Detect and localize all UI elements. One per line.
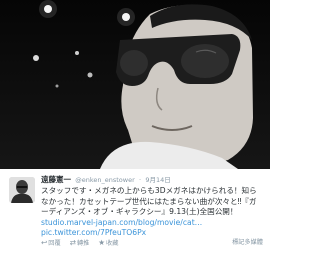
reply-label: 回覆 (48, 240, 61, 247)
avatar-image (9, 177, 35, 203)
avatar[interactable] (9, 177, 35, 203)
favorite-button[interactable]: ★收藏 (98, 237, 118, 250)
photo-selfie-with-3d-glasses (33, 0, 253, 169)
flag-media-button[interactable]: 標記多媒體 (232, 237, 263, 249)
tweet-actions: ↩回覆 ⇄轉推 ★收藏 標記多媒體 (41, 237, 263, 249)
retweet-icon: ⇄ (69, 238, 76, 247)
reply-icon: ↩ (41, 238, 48, 247)
tweet-date[interactable]: 9月14日 (145, 176, 170, 184)
tweet-photo[interactable] (0, 0, 270, 169)
display-name[interactable]: 遠藤憲一 (41, 175, 71, 184)
article-link[interactable]: studio.marvel-japan.com/blog/movie/cat… (41, 218, 263, 229)
tweet-body: スタッフです・メガネの上からも3Dメガネはかけられる！知らなかった！カセットテー… (41, 186, 257, 217)
star-icon: ★ (98, 238, 106, 247)
tweet-header: 遠藤憲一 @enken_enstower · 9月14日 (41, 174, 171, 186)
separator-dot: · (139, 176, 142, 184)
favorite-label: 收藏 (106, 240, 119, 247)
retweet-button[interactable]: ⇄轉推 (70, 237, 90, 250)
tweet-card: 遠藤憲一 @enken_enstower · 9月14日 スタッフです・メガネの… (0, 169, 270, 257)
tweet-text: スタッフです・メガネの上からも3Dメガネはかけられる！知らなかった！カセットテー… (41, 186, 263, 239)
user-handle[interactable]: @enken_enstower (75, 176, 135, 184)
retweet-label: 轉推 (76, 240, 90, 247)
reply-button[interactable]: ↩回覆 (41, 237, 61, 250)
